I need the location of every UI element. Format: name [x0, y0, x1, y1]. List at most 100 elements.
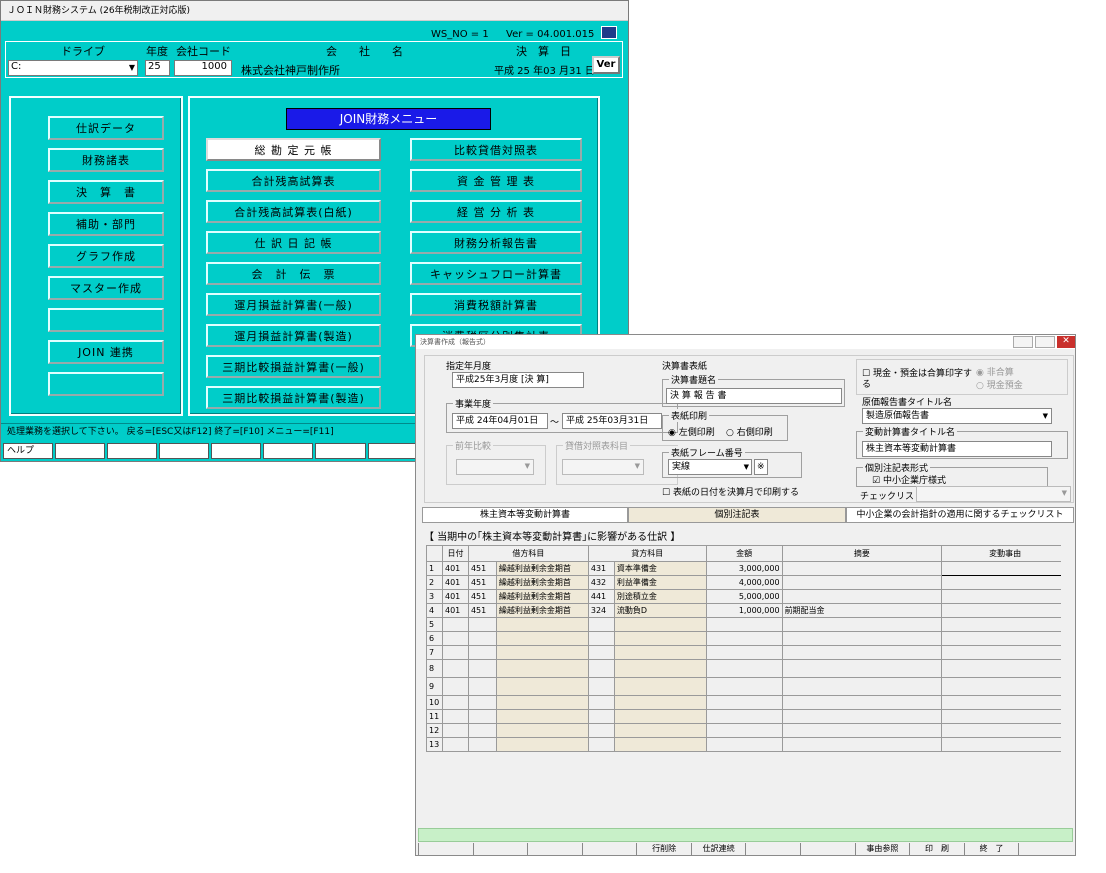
report-name-input[interactable]: 決 算 報 告 書 — [666, 388, 842, 404]
checklist-select[interactable]: ▼ — [916, 486, 1071, 502]
grid-cell-amt[interactable] — [705, 677, 783, 696]
menu-button[interactable]: 三期比較損益計算書(製造) — [206, 386, 381, 409]
menu-button[interactable]: 合計残高試算表 — [206, 169, 381, 192]
grid-cell-dn[interactable] — [495, 709, 589, 724]
menu-button[interactable]: 財務分析報告書 — [410, 231, 582, 254]
debit-item-select[interactable]: ▼ — [562, 459, 644, 475]
grid-cell-dc[interactable] — [467, 631, 497, 646]
bottom-button[interactable] — [527, 843, 582, 855]
grid-cell-dn[interactable] — [495, 677, 589, 696]
grid-cell-amt[interactable] — [705, 737, 783, 752]
ver-button[interactable]: Ver — [592, 56, 620, 74]
minimize-button[interactable] — [1013, 336, 1033, 348]
table-row[interactable]: 7 — [426, 645, 1069, 660]
grid-cell-cc[interactable]: 441 — [587, 589, 615, 604]
grid-cell-amt[interactable]: 1,000,000 — [705, 603, 783, 618]
grid-cell-memo[interactable] — [781, 645, 943, 660]
grid-cell-cc[interactable] — [587, 645, 615, 660]
table-row[interactable]: 5 — [426, 617, 1069, 632]
cash-deposit-radio[interactable]: ○ 現金預金 — [976, 378, 1023, 391]
bottom-button[interactable]: 印 刷 — [909, 843, 964, 855]
grid-cell-d[interactable] — [441, 631, 469, 646]
grid-cell-memo[interactable] — [781, 631, 943, 646]
grid-cell-cc[interactable]: 432 — [587, 575, 615, 590]
grid-cell-amt[interactable] — [705, 709, 783, 724]
grid-cell-memo[interactable] — [781, 575, 943, 590]
grid-cell-memo[interactable]: 前期配当金 — [781, 603, 943, 618]
menu-button[interactable]: キャッシュフロー計算書 — [410, 262, 582, 285]
table-row[interactable]: 12 — [426, 723, 1069, 738]
grid-cell-amt[interactable] — [705, 723, 783, 738]
grid-cell-cn[interactable] — [613, 695, 707, 710]
grid-cell-dc[interactable] — [467, 645, 497, 660]
company-code-input[interactable]: 1000 — [174, 60, 232, 76]
grid-cell-reason[interactable] — [941, 631, 1069, 646]
grid-cell-amt[interactable] — [705, 645, 783, 660]
fkey-slot[interactable] — [367, 443, 418, 459]
fkey-slot[interactable] — [263, 443, 314, 459]
menu-button[interactable]: 消費税額計算書 — [410, 293, 582, 316]
business-year-to[interactable]: 平成 25年03月31日 — [562, 413, 662, 429]
side-menu-button[interactable]: 財務諸表 — [48, 148, 164, 172]
grid-cell-cn[interactable] — [613, 617, 707, 632]
grid-cell-memo[interactable] — [781, 617, 943, 632]
grid-cell-cn[interactable] — [613, 645, 707, 660]
bottom-button[interactable]: 事由参照 — [854, 843, 910, 855]
grid-cell-cn[interactable]: 流動負D — [613, 603, 707, 618]
tab-notes[interactable]: 個別注記表 — [628, 507, 846, 523]
bottom-button[interactable] — [800, 843, 855, 855]
grid-cell-d[interactable] — [441, 737, 469, 752]
frame-ref-button[interactable]: ※ — [754, 459, 768, 475]
menu-button[interactable]: 運月損益計算書(製造) — [206, 324, 381, 347]
grid-scrollbar[interactable] — [1061, 545, 1071, 777]
grid-cell-cn[interactable] — [613, 659, 707, 678]
grid-cell-reason[interactable] — [941, 737, 1069, 752]
fkey-help[interactable]: ヘルプ — [3, 443, 54, 459]
grid-cell-cn[interactable] — [613, 709, 707, 724]
grid-cell-memo[interactable] — [781, 589, 943, 604]
table-row[interactable]: 11 — [426, 709, 1069, 724]
bottom-button[interactable] — [472, 843, 528, 855]
cost-title-select[interactable]: 製造原価報告書 ▼ — [862, 408, 1052, 424]
table-row[interactable]: 1 401 451 繰越利益剰余金期首 431 資本準備金 3,000,000 — [426, 561, 1069, 576]
grid-cell-dn[interactable] — [495, 695, 589, 710]
grid-cell-reason[interactable] — [941, 659, 1069, 678]
grid-cell-cn[interactable]: 資本準備金 — [613, 561, 707, 576]
grid-cell-reason[interactable] — [941, 695, 1069, 710]
drive-select[interactable]: C: ▼ — [8, 60, 138, 76]
menu-button[interactable]: 合計残高試算表(白紙) — [206, 200, 381, 223]
side-menu-button[interactable] — [48, 372, 164, 396]
bottom-button[interactable]: 終 了 — [963, 843, 1019, 855]
maximize-button[interactable] — [1035, 336, 1055, 348]
grid-cell-dc[interactable] — [467, 695, 497, 710]
grid-cell-cn[interactable] — [613, 631, 707, 646]
business-year-from[interactable]: 平成 24年04月01日 — [452, 413, 548, 429]
grid-cell-memo[interactable] — [781, 695, 943, 710]
fkey-slot[interactable] — [107, 443, 158, 459]
table-row[interactable]: 8 — [426, 659, 1069, 678]
print-right-radio[interactable]: ○ 右側印刷 — [726, 425, 773, 438]
grid-cell-cc[interactable] — [587, 695, 615, 710]
grid-cell-memo[interactable] — [781, 709, 943, 724]
grid-cell-amt[interactable]: 3,000,000 — [705, 561, 783, 576]
table-row[interactable]: 9 — [426, 677, 1069, 696]
menu-button[interactable]: 三期比較損益計算書(一般) — [206, 355, 381, 378]
grid-cell-memo[interactable] — [781, 677, 943, 696]
grid-cell-dc[interactable] — [467, 617, 497, 632]
side-menu-button[interactable]: 決 算 書 — [48, 180, 164, 204]
print-left-radio[interactable]: ◉ 左側印刷 — [668, 425, 715, 438]
side-menu-button[interactable]: マスター作成 — [48, 276, 164, 300]
grid-cell-cc[interactable] — [587, 617, 615, 632]
grid-cell-reason[interactable] — [941, 561, 1069, 576]
note-format-checkbox[interactable]: ☑ 中小企業庁様式 — [872, 473, 946, 486]
grid-cell-cc[interactable]: 431 — [587, 561, 615, 576]
fkey-slot[interactable] — [159, 443, 210, 459]
grid-cell-dc[interactable]: 451 — [467, 561, 497, 576]
grid-cell-d[interactable] — [441, 659, 469, 678]
year-input[interactable]: 25 — [145, 60, 170, 76]
monitor-icon[interactable] — [601, 26, 617, 39]
grid-cell-reason[interactable] — [941, 575, 1069, 590]
side-menu-button[interactable]: JOIN 連携 — [48, 340, 164, 364]
grid-cell-dc[interactable] — [467, 723, 497, 738]
grid-cell-d[interactable]: 401 — [441, 575, 469, 590]
